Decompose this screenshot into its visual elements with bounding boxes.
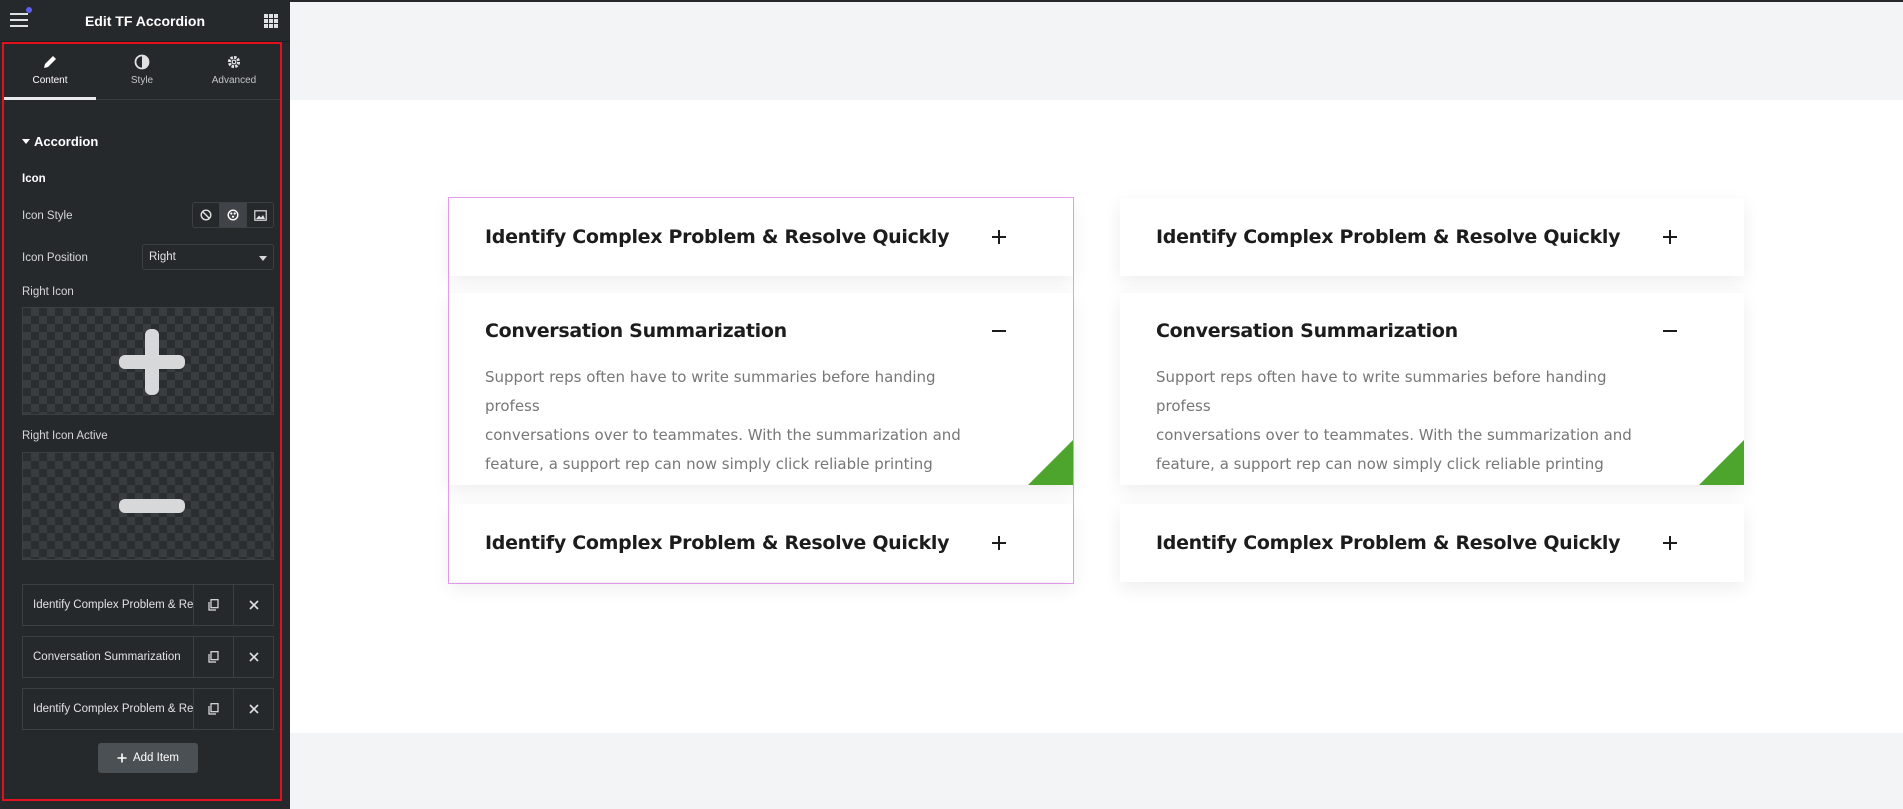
content-line: feature, a support rep can now simply cl… bbox=[485, 455, 933, 473]
accordion-item-title[interactable]: Identify Complex Problem & Resolve Quick… bbox=[485, 226, 950, 248]
icon-position-label: Icon Position bbox=[22, 252, 88, 264]
repeater-item: Identify Complex Problem & Resolve Quick… bbox=[22, 688, 274, 730]
canvas-top-section bbox=[290, 0, 1903, 100]
add-item-button[interactable]: Add Item bbox=[98, 743, 198, 773]
copy-icon bbox=[208, 599, 219, 611]
canvas-bottom-section bbox=[290, 733, 1903, 809]
copy-icon bbox=[208, 703, 219, 715]
section-title: Accordion bbox=[34, 134, 99, 149]
duplicate-button[interactable] bbox=[193, 637, 233, 677]
accordion-widget[interactable]: Identify Complex Problem & Resolve Quick… bbox=[448, 197, 1074, 584]
right-icon-active-label: Right Icon Active bbox=[22, 430, 108, 442]
content-line: conversations over to teammates. With th… bbox=[485, 426, 961, 444]
right-icon-picker[interactable] bbox=[22, 307, 274, 415]
panel-body: Content Style Advanced Accordion Icon Ic… bbox=[2, 42, 282, 801]
remove-button[interactable] bbox=[233, 637, 273, 677]
repeater-item-title[interactable]: Conversation Summarization bbox=[23, 637, 193, 677]
accordion-item: Identify Complex Problem & Resolve Quick… bbox=[449, 504, 1073, 582]
accordion-item-title[interactable]: Conversation Summarization bbox=[1156, 320, 1458, 342]
remove-button[interactable] bbox=[233, 585, 273, 625]
repeater-item: Identify Complex Problem & Resolve Quick… bbox=[22, 584, 274, 626]
image-icon bbox=[253, 209, 267, 221]
add-item-label: Add Item bbox=[132, 752, 180, 764]
icon-heading: Icon bbox=[22, 173, 46, 185]
accordion-widget[interactable]: Identify Complex Problem & Resolve Quick… bbox=[1120, 198, 1744, 583]
duplicate-button[interactable] bbox=[193, 585, 233, 625]
content-line: Support reps often have to write summari… bbox=[485, 368, 936, 415]
icon-position-value: Right bbox=[149, 251, 176, 263]
copy-icon bbox=[208, 651, 219, 663]
icon-style-choices bbox=[192, 202, 274, 228]
tab-content-label: Content bbox=[32, 75, 68, 86]
accordion-item-title[interactable]: Identify Complex Problem & Resolve Quick… bbox=[1156, 226, 1621, 248]
editor-panel: Edit TF Accordion Content Style Advanced… bbox=[0, 0, 290, 809]
tab-advanced-label: Advanced bbox=[211, 75, 257, 86]
duplicate-button[interactable] bbox=[193, 689, 233, 729]
content-line: Support reps often have to write summari… bbox=[1156, 368, 1607, 415]
icon-style-label: Icon Style bbox=[22, 210, 73, 222]
icon-style-library[interactable] bbox=[220, 203, 247, 227]
panel-title: Edit TF Accordion bbox=[84, 13, 206, 29]
right-icon-active-picker[interactable] bbox=[22, 452, 274, 560]
section-accordion-toggle[interactable]: Accordion bbox=[22, 134, 98, 149]
close-icon bbox=[248, 704, 259, 714]
plus-icon[interactable] bbox=[992, 536, 1006, 550]
close-icon bbox=[248, 600, 259, 610]
pencil-icon bbox=[44, 56, 56, 68]
icon-style-none[interactable] bbox=[193, 203, 220, 227]
corner-accent-triangle bbox=[1028, 440, 1073, 485]
repeater-item-title[interactable]: Identify Complex Problem & Resolve Quick… bbox=[23, 585, 193, 625]
plus-icon[interactable] bbox=[1663, 230, 1677, 244]
accordion-item-content: Support reps often have to write summari… bbox=[1156, 363, 1636, 479]
library-icon bbox=[227, 209, 239, 221]
accordion-item-title[interactable]: Conversation Summarization bbox=[485, 320, 787, 342]
repeater-item-title[interactable]: Identify Complex Problem & Resolve Quick… bbox=[23, 689, 193, 729]
accordion-item-active: Conversation Summarization Support reps … bbox=[449, 293, 1073, 485]
tab-content[interactable]: Content bbox=[4, 44, 96, 100]
repeater-item: Conversation Summarization bbox=[22, 636, 274, 678]
minus-icon[interactable] bbox=[1663, 324, 1677, 338]
half-circle-icon bbox=[134, 54, 150, 70]
icon-style-image[interactable] bbox=[247, 203, 273, 227]
minus-icon bbox=[119, 499, 185, 513]
accordion-item-title[interactable]: Identify Complex Problem & Resolve Quick… bbox=[485, 532, 950, 554]
accordion-item-title[interactable]: Identify Complex Problem & Resolve Quick… bbox=[1156, 532, 1621, 554]
chevron-down-icon bbox=[259, 256, 267, 261]
gear-icon bbox=[227, 55, 241, 69]
caret-down-icon bbox=[22, 139, 30, 145]
accordion-item-active: Conversation Summarization Support reps … bbox=[1120, 293, 1744, 485]
plus-icon bbox=[117, 753, 127, 763]
panel-tabs: Content Style Advanced bbox=[4, 44, 280, 100]
plus-icon[interactable] bbox=[992, 230, 1006, 244]
corner-accent-triangle bbox=[1699, 440, 1744, 485]
close-icon bbox=[248, 652, 259, 662]
minus-icon[interactable] bbox=[992, 324, 1006, 338]
accordion-item: Identify Complex Problem & Resolve Quick… bbox=[1120, 198, 1744, 276]
plus-icon[interactable] bbox=[1663, 536, 1677, 550]
widgets-grid-icon[interactable] bbox=[264, 14, 278, 28]
tab-style-label: Style bbox=[130, 75, 154, 86]
content-line: feature, a support rep can now simply cl… bbox=[1156, 455, 1604, 473]
accordion-item: Identify Complex Problem & Resolve Quick… bbox=[1120, 504, 1744, 582]
remove-button[interactable] bbox=[233, 689, 273, 729]
right-icon-label: Right Icon bbox=[22, 286, 74, 298]
accordion-item-content: Support reps often have to write summari… bbox=[485, 363, 965, 479]
tab-advanced[interactable]: Advanced bbox=[188, 44, 280, 100]
none-icon bbox=[200, 209, 212, 221]
content-line: conversations over to teammates. With th… bbox=[1156, 426, 1632, 444]
panel-header: Edit TF Accordion bbox=[0, 0, 290, 42]
icon-position-select[interactable]: Right bbox=[142, 244, 274, 270]
tab-style[interactable]: Style bbox=[96, 44, 188, 100]
accordion-item: Identify Complex Problem & Resolve Quick… bbox=[449, 198, 1073, 276]
